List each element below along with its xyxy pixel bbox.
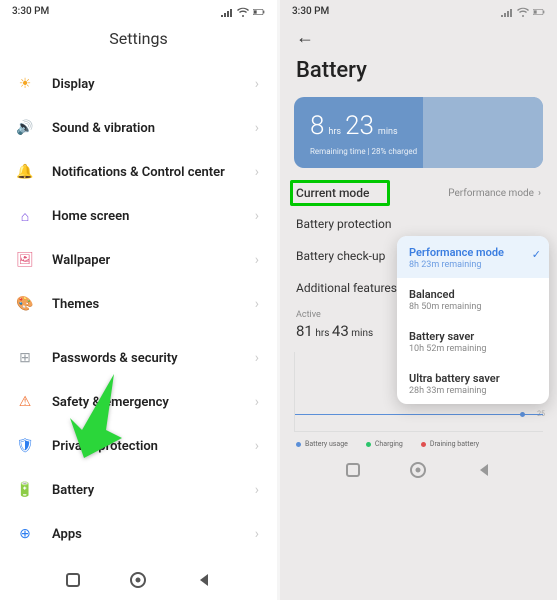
status-time: 3:30 PM: [292, 6, 329, 17]
chevron-right-icon: ›: [255, 482, 259, 498]
phone-battery: 3:30 PM ← Battery 8 hrs 23 mins Remainin…: [280, 0, 557, 600]
settings-item-privacy-protection[interactable]: 🛡 Privacy protection›: [0, 424, 277, 468]
chevron-right-icon: ›: [255, 208, 259, 224]
settings-item-wallpaper[interactable]: 🖼 Wallpaper›: [0, 238, 277, 282]
status-bar: 3:30 PM: [280, 0, 557, 19]
legend-item: Draining battery: [421, 440, 479, 448]
item-label: Privacy protection: [52, 439, 255, 454]
settings-item-themes[interactable]: 🎨 Themes›: [0, 282, 277, 326]
back-button[interactable]: ←: [296, 27, 314, 48]
item-label: Themes: [52, 297, 255, 312]
chevron-right-icon: ›: [538, 188, 541, 199]
item-label: Passwords & security: [52, 351, 255, 366]
item-icon: ⚠: [14, 391, 36, 413]
item-label: Wallpaper: [52, 253, 255, 268]
chevron-right-icon: ›: [255, 438, 259, 454]
nav-bar: [280, 448, 557, 490]
chevron-right-icon: ›: [255, 120, 259, 136]
nav-home-button[interactable]: [406, 458, 430, 482]
item-label: Notifications & Control center: [52, 165, 255, 180]
wifi-icon: [237, 7, 249, 17]
status-icons: [501, 7, 545, 17]
nav-home-button[interactable]: [126, 568, 150, 592]
nav-recent-button[interactable]: [341, 458, 365, 482]
battery-icon: [253, 7, 265, 17]
nav-back-button[interactable]: [472, 458, 496, 482]
item-label: Sound & vibration: [52, 121, 255, 136]
mode-popup: Performance mode8h 23m remaining✓Balance…: [397, 236, 549, 404]
check-icon: ✓: [532, 248, 541, 261]
option-sub: 8h 23m remaining: [409, 260, 537, 270]
chevron-right-icon: ›: [255, 252, 259, 268]
remaining-subtext: Remaining time | 28% charged: [310, 147, 527, 156]
item-icon: ⊞: [14, 347, 36, 369]
item-icon: 🔊: [14, 117, 36, 139]
option-title: Performance mode: [409, 246, 537, 259]
settings-item-home-screen[interactable]: ⌂ Home screen›: [0, 194, 277, 238]
item-icon: ⌂: [14, 205, 36, 227]
item-icon: 🔔: [14, 161, 36, 183]
settings-item-notifications-control-center[interactable]: 🔔 Notifications & Control center›: [0, 150, 277, 194]
item-icon: 🎨: [14, 293, 36, 315]
chevron-right-icon: ›: [255, 394, 259, 410]
option-title: Battery saver: [409, 330, 537, 343]
signal-icon: [221, 7, 233, 17]
mode-option-ultra-battery-saver[interactable]: Ultra battery saver28h 33m remaining: [397, 362, 549, 404]
option-sub: 28h 33m remaining: [409, 386, 537, 396]
signal-icon: [501, 7, 513, 17]
status-icons: [221, 7, 265, 17]
settings-item-apps[interactable]: ⊕ Apps›: [0, 512, 277, 556]
item-label: Home screen: [52, 209, 255, 224]
item-icon: ☀: [14, 73, 36, 95]
item-label: Display: [52, 77, 255, 92]
item-label: Apps: [52, 527, 255, 542]
chevron-right-icon: ›: [255, 164, 259, 180]
option-sub: 10h 52m remaining: [409, 344, 537, 354]
settings-list: ☀Display›🔊Sound & vibration›🔔Notificatio…: [0, 62, 277, 558]
settings-item-additional-settings[interactable]: ⚙Additional settings›: [0, 556, 277, 558]
item-label: Safety & emergency: [52, 395, 255, 410]
item-icon: 🛡: [14, 435, 36, 457]
phone-settings: 3:30 PM Settings ☀Display›🔊Sound & vibra…: [0, 0, 277, 600]
nav-bar: [0, 558, 277, 600]
wifi-icon: [517, 7, 529, 17]
chart-legend: Battery usage Charging Draining battery: [280, 434, 557, 448]
status-time: 3:30 PM: [12, 6, 49, 17]
mode-option-balanced[interactable]: Balanced8h 50m remaining: [397, 278, 549, 320]
settings-item-battery[interactable]: 🔋 Battery›: [0, 468, 277, 512]
legend-item: Battery usage: [296, 440, 348, 448]
settings-item-safety-emergency[interactable]: ⚠ Safety & emergency›: [0, 380, 277, 424]
item-label: Battery: [52, 483, 255, 498]
legend-item: Charging: [366, 440, 403, 448]
back-row: ←: [280, 19, 557, 52]
status-bar: 3:30 PM: [0, 0, 277, 19]
settings-item-display[interactable]: ☀ Display›: [0, 62, 277, 106]
mode-value: Performance mode ›: [448, 188, 541, 199]
chevron-right-icon: ›: [255, 76, 259, 92]
nav-back-button[interactable]: [192, 568, 216, 592]
item-icon: 🖼: [14, 249, 36, 271]
settings-item-passwords-security[interactable]: ⊞ Passwords & security›: [0, 336, 277, 380]
option-title: Balanced: [409, 288, 537, 301]
item-icon: ⊕: [14, 523, 36, 545]
page-title: Battery: [280, 52, 557, 97]
option-sub: 8h 50m remaining: [409, 302, 537, 312]
mode-option-battery-saver[interactable]: Battery saver10h 52m remaining: [397, 320, 549, 362]
remaining-time: 8 hrs 23 mins: [310, 111, 527, 141]
nav-recent-button[interactable]: [61, 568, 85, 592]
chevron-right-icon: ›: [255, 526, 259, 542]
battery-card[interactable]: 8 hrs 23 mins Remaining time | 28% charg…: [294, 97, 543, 168]
current-mode-row[interactable]: Current mode Performance mode ›: [280, 178, 557, 208]
option-title: Ultra battery saver: [409, 372, 537, 385]
battery-icon: [533, 7, 545, 17]
chevron-right-icon: ›: [255, 350, 259, 366]
mode-label: Current mode: [296, 186, 369, 200]
settings-item-sound-vibration[interactable]: 🔊 Sound & vibration›: [0, 106, 277, 150]
page-title: Settings: [0, 19, 277, 62]
chevron-right-icon: ›: [255, 296, 259, 312]
mode-option-performance-mode[interactable]: Performance mode8h 23m remaining✓: [397, 236, 549, 278]
item-icon: 🔋: [14, 479, 36, 501]
